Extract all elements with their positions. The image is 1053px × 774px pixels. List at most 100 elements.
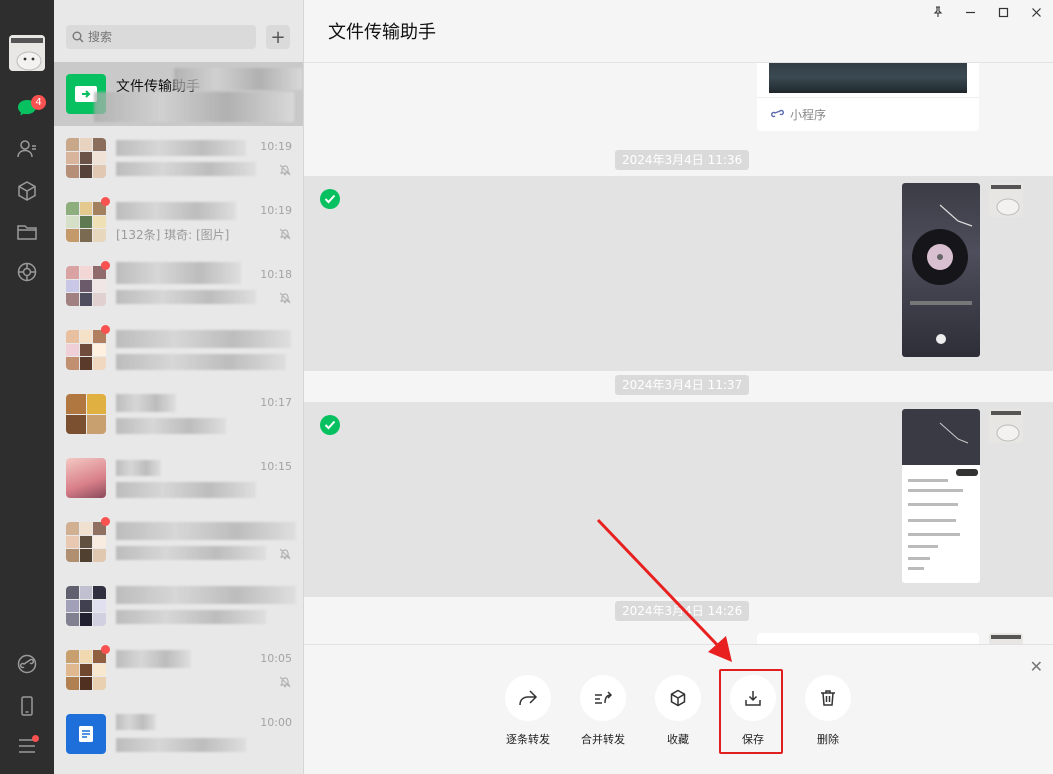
add-button[interactable]: +: [266, 25, 290, 49]
contacts-icon[interactable]: [15, 137, 39, 161]
chat-title: 文件传输助手: [328, 22, 436, 43]
favorite-button[interactable]: 收藏: [638, 675, 718, 747]
blurred-region: [116, 418, 226, 434]
close-window-icon[interactable]: [1020, 0, 1053, 24]
timestamp: 2024年3月4日 11:36: [615, 150, 750, 170]
forward-one-by-one-label: 逐条转发: [506, 733, 550, 746]
search-input[interactable]: [88, 30, 238, 44]
mini-program-icon: [771, 109, 784, 118]
blurred-region: [116, 290, 256, 304]
save-highlight-box: [719, 669, 783, 754]
favorite-label: 收藏: [667, 733, 689, 746]
multi-select-action-bar: ✕ 逐条转发 合并转发 收藏 保存 删除: [304, 644, 1053, 774]
mute-icon: [279, 548, 291, 560]
cube-icon: [670, 689, 686, 707]
chat-item[interactable]: 10:17: [54, 382, 303, 446]
phone-icon[interactable]: [15, 694, 39, 718]
chat-item[interactable]: [54, 510, 303, 574]
contact-avatar: [66, 458, 106, 498]
my-avatar: [989, 633, 1023, 644]
blurred-region: [116, 546, 266, 560]
group-avatar: [66, 586, 106, 626]
cube-icon[interactable]: [15, 179, 39, 203]
merge-forward-icon: [595, 691, 613, 704]
mute-icon: [279, 676, 291, 688]
blurred-region: [116, 460, 161, 476]
minimize-icon[interactable]: [954, 0, 987, 24]
group-avatar: [66, 202, 106, 242]
folder-icon[interactable]: [15, 220, 39, 244]
chat-item[interactable]: 10:19: [54, 126, 303, 190]
image-message[interactable]: [902, 183, 980, 357]
message-row-selected[interactable]: [304, 402, 1053, 597]
blurred-region: [116, 650, 191, 668]
trash-icon: [821, 690, 835, 706]
chat-item-file-transfer[interactable]: 文件传输助手: [54, 62, 303, 126]
blurred-region: [116, 162, 256, 176]
mini-program-icon[interactable]: [15, 652, 39, 676]
left-nav: 4: [0, 0, 54, 774]
blurred-region: [116, 330, 291, 348]
message-bubble[interactable]: [757, 633, 979, 644]
chat-item-time: 10:05: [260, 652, 292, 665]
group-avatar: [66, 522, 106, 562]
check-icon[interactable]: [320, 415, 340, 435]
message-area: 小程序 2024年3月4日 11:36 2024年3月4日 11:37 2024…: [304, 62, 1053, 644]
blurred-region: [116, 394, 176, 412]
share-forward-icon: [519, 690, 538, 706]
delete-label: 删除: [817, 733, 839, 746]
pin-icon[interactable]: [921, 0, 954, 24]
blurred-region: [174, 68, 302, 90]
maximize-icon[interactable]: [987, 0, 1020, 24]
unread-badge: 4: [31, 95, 46, 110]
timestamp: 2024年3月4日 11:37: [615, 375, 750, 395]
unread-dot: [101, 517, 110, 526]
merge-forward-button[interactable]: 合并转发: [563, 675, 643, 747]
blurred-region: [116, 140, 246, 156]
group-avatar: [66, 266, 106, 306]
chat-item[interactable]: 10:15: [54, 446, 303, 510]
blurred-region: [116, 354, 286, 370]
delete-button[interactable]: 删除: [788, 675, 868, 747]
chat-item-time: 10:19: [260, 140, 292, 153]
merge-forward-label: 合并转发: [581, 733, 625, 746]
mute-icon: [279, 292, 291, 304]
unread-dot: [101, 645, 110, 654]
mute-icon: [279, 164, 291, 176]
blurred-region: [116, 482, 256, 498]
search-box[interactable]: [66, 25, 256, 49]
forward-one-by-one-button[interactable]: 逐条转发: [488, 675, 568, 747]
blurred-region: [116, 738, 246, 752]
timestamp: 2024年3月4日 14:26: [615, 601, 750, 621]
blurred-region: [94, 92, 294, 122]
blurred-region: [116, 262, 241, 284]
chat-item-time: 10:15: [260, 460, 292, 473]
moments-icon[interactable]: [15, 260, 39, 284]
image-message[interactable]: [902, 409, 980, 583]
chat-item[interactable]: 10:05: [54, 638, 303, 702]
my-avatar[interactable]: [9, 35, 45, 71]
message-row-selected[interactable]: [304, 176, 1053, 371]
search-icon: [72, 31, 84, 43]
blurred-region: [116, 202, 236, 220]
contact-avatar: [66, 714, 106, 754]
chat-item-time: 10:19: [260, 204, 292, 217]
chat-item[interactable]: [132条] 琪奇: [图片] 10:19: [54, 190, 303, 254]
chat-item[interactable]: [54, 574, 303, 638]
my-avatar: [989, 183, 1023, 217]
close-icon[interactable]: ✕: [1030, 657, 1043, 676]
mini-program-thumbnail: [769, 63, 967, 93]
group-avatar: [66, 138, 106, 178]
mini-program-card[interactable]: 小程序: [757, 63, 979, 131]
chat-item[interactable]: 10:18: [54, 254, 303, 318]
unread-dot: [101, 325, 110, 334]
blurred-region: [116, 522, 296, 540]
unread-dot: [101, 197, 110, 206]
group-avatar: [66, 650, 106, 690]
chat-panel: 文件传输助手 小程序 2024年3月4日 11:36 2024年3月4日 11:…: [304, 0, 1053, 774]
chat-item[interactable]: 10:00: [54, 702, 303, 766]
check-icon[interactable]: [320, 189, 340, 209]
chat-item[interactable]: [54, 318, 303, 382]
my-avatar: [989, 409, 1023, 443]
chat-list-panel: + 文件传输助手 10:19 [132条] 琪奇: [图片] 10:19 10:…: [54, 0, 304, 774]
